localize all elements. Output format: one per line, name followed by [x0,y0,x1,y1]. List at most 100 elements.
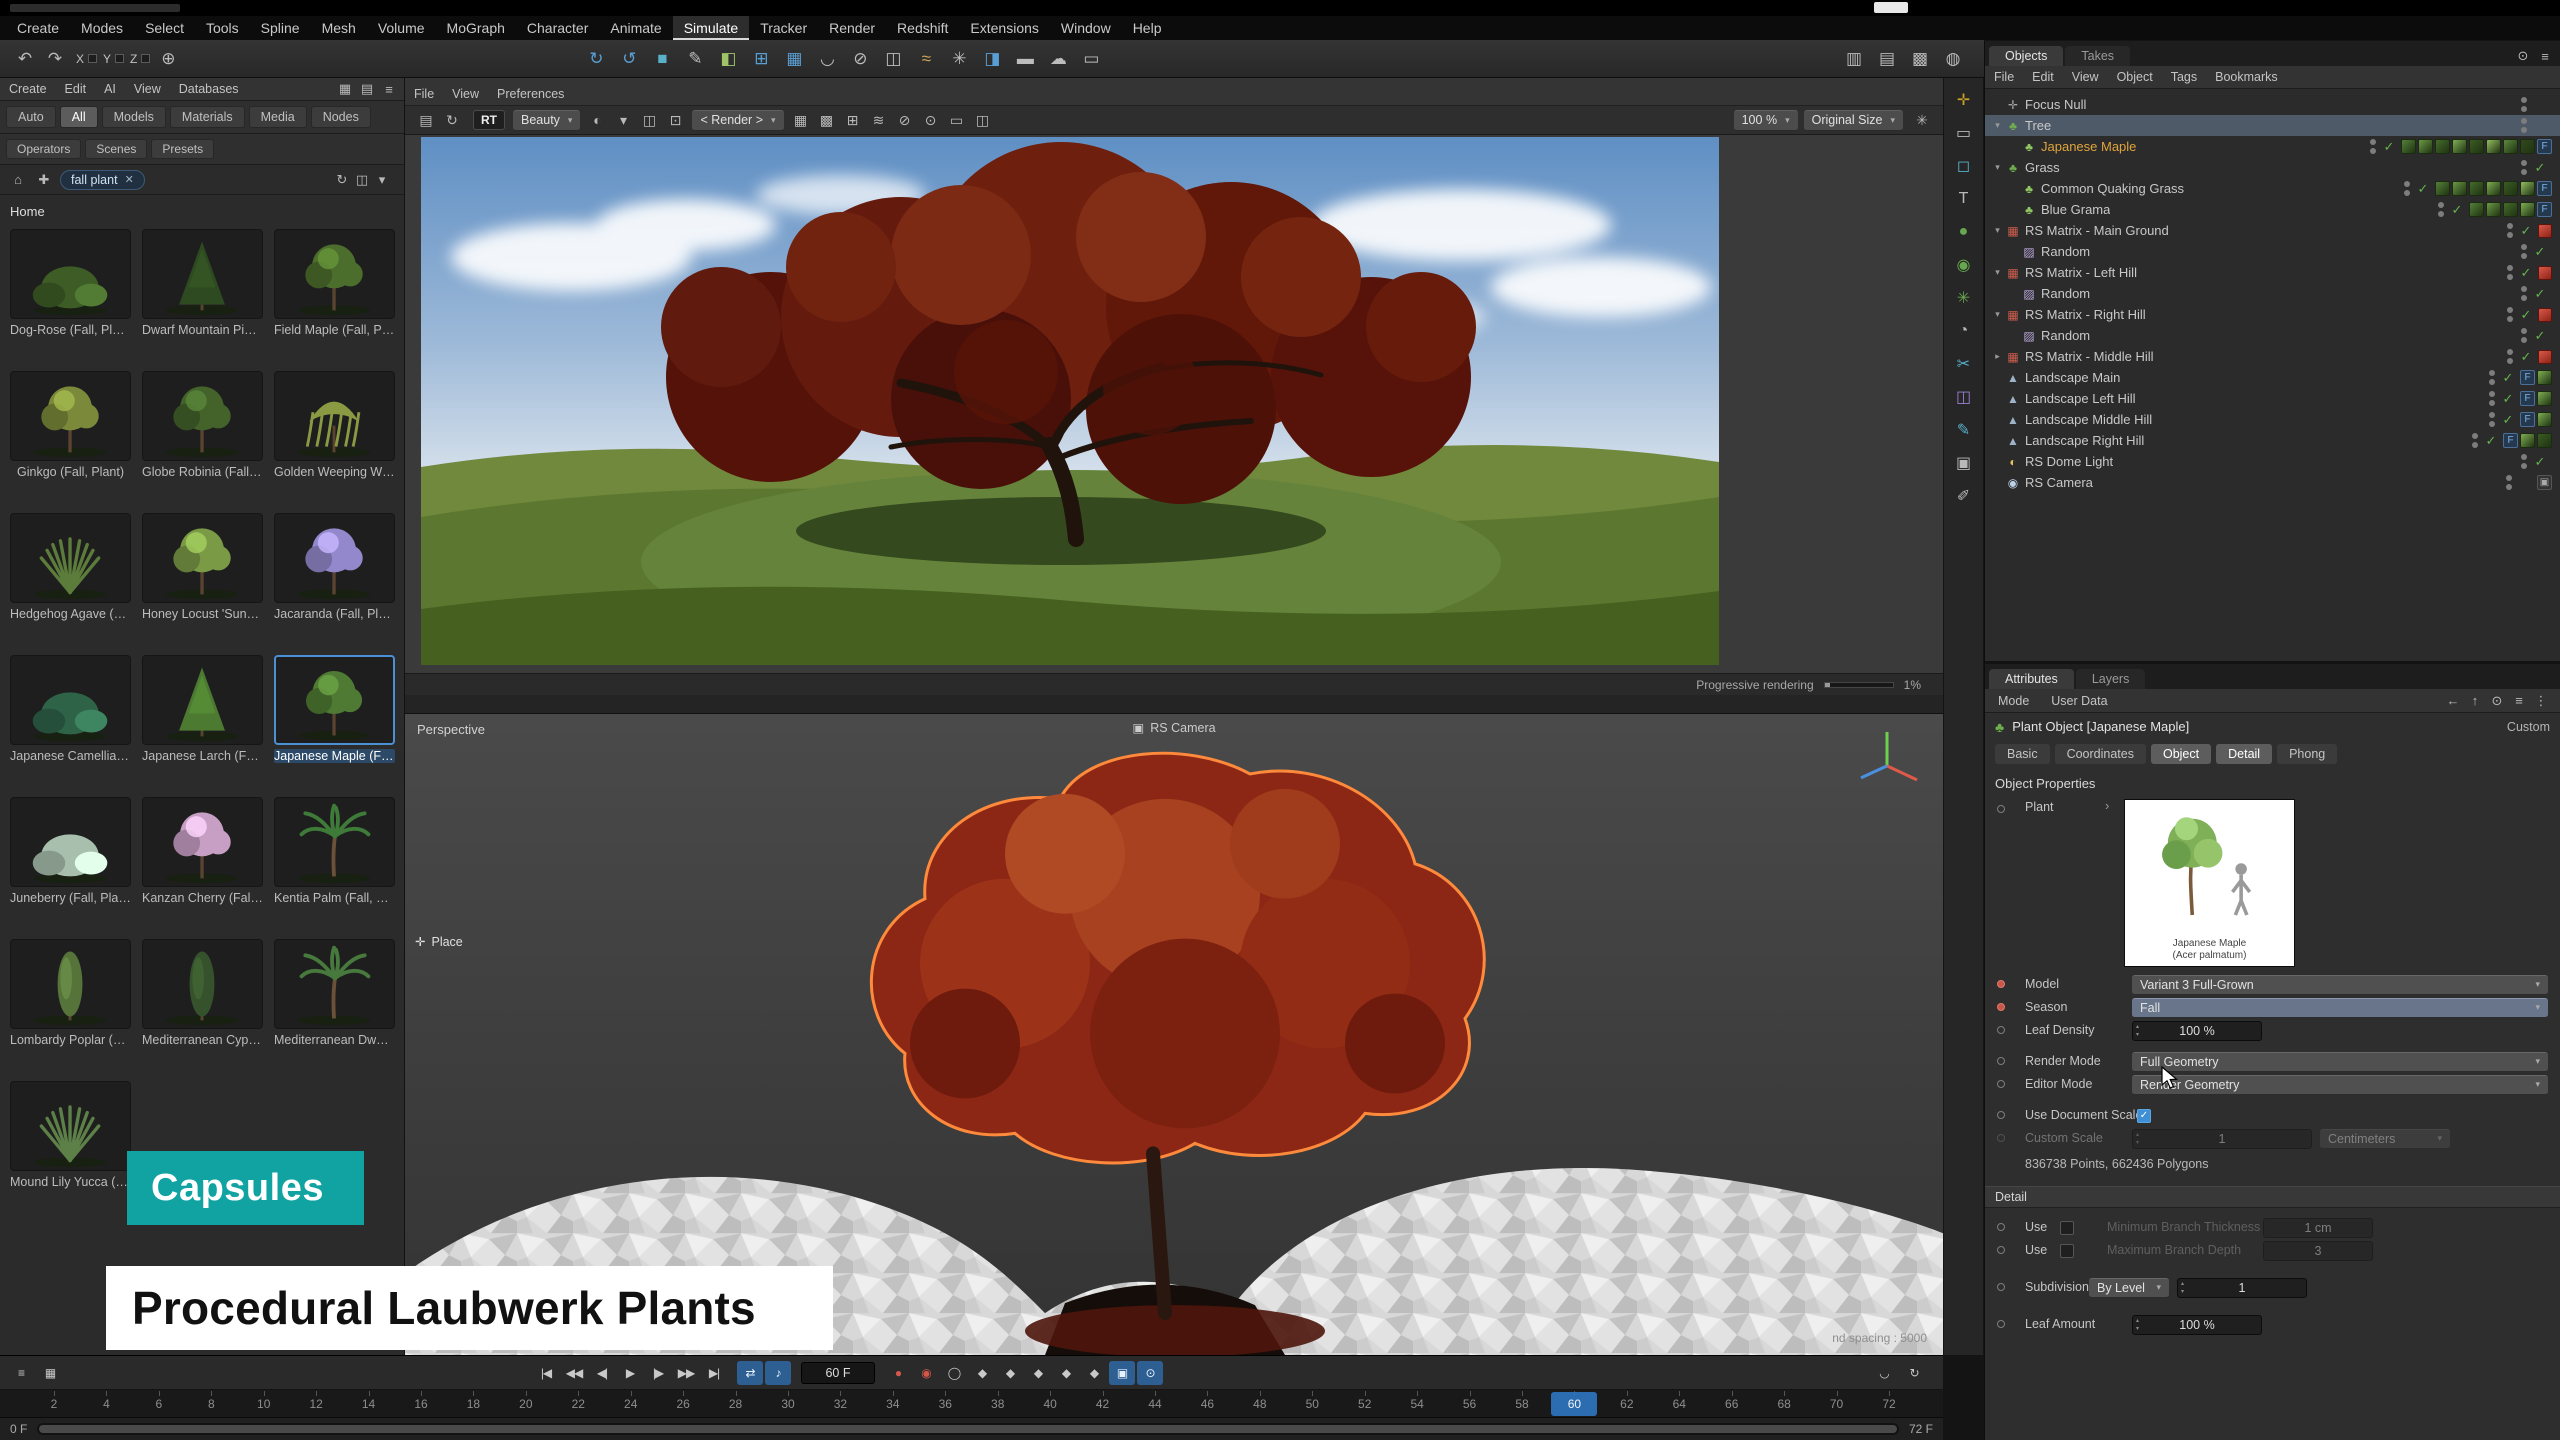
fracture-icon[interactable]: ▦ [779,44,809,74]
filter-tab-presets[interactable]: Presets [151,139,214,159]
goto-start-button[interactable]: |◀ [533,1361,559,1385]
asset-item-japanese-maple-fall[interactable]: Japanese Maple (Fall, ... [274,655,395,763]
clear-filter-icon[interactable]: ✕ [125,173,134,186]
asset-item-mediterranean-cypres[interactable]: Mediterranean Cypres... [142,939,263,1047]
asset-item-juneberry-fall-plant[interactable]: Juneberry (Fall, Plant) [10,797,131,905]
assets-menu-ai[interactable]: AI [95,78,125,100]
timeline-grid-icon[interactable]: ▦ [37,1361,63,1385]
visibility-dots[interactable] [2506,475,2512,490]
next-key-button[interactable]: ▶▶ [673,1361,699,1385]
filter-tab-materials[interactable]: Materials [170,106,245,128]
menubar-item-animate[interactable]: Animate [599,16,672,40]
refresh-render-icon[interactable]: ↻ [439,108,465,132]
coordinate-system-icon[interactable]: ⊕ [153,44,183,74]
detail-section-header[interactable]: Detail [1985,1186,2560,1208]
om-menu-tags[interactable]: Tags [2162,66,2206,88]
object-row-rs-dome-light[interactable]: ◐RS Dome Light✓ [1985,451,2560,472]
sphere-tool-icon[interactable]: ● [1949,218,1979,246]
material-swatch[interactable] [2520,433,2535,448]
object-row-landscape-right-hill[interactable]: ▲Landscape Right Hill✓F [1985,430,2560,451]
material-swatch[interactable] [2537,433,2552,448]
use-document-scale-checkbox[interactable]: ✓ [2137,1109,2151,1123]
expand-arrow-icon[interactable]: ▾ [1991,267,2004,278]
visibility-dots[interactable] [2507,349,2513,364]
subdivision-level-input[interactable]: ▴▾1 [2177,1278,2307,1298]
material-swatch[interactable] [2469,139,2484,154]
keyframe-dot[interactable] [1997,1246,2005,1254]
render-to-picture-viewer-icon[interactable]: ▤ [1872,44,1902,74]
enabled-check-icon[interactable]: ✓ [2532,160,2548,176]
object-row-landscape-middle-hill[interactable]: ▲Landscape Middle Hill✓F [1985,409,2560,430]
compare-wipe-icon[interactable]: ⊘ [892,108,918,132]
marquee-select-icon[interactable]: ▭ [1949,119,1979,147]
subdivision-surface-icon[interactable]: ◧ [713,44,743,74]
asset-item-honey-locust-sunbur[interactable]: Honey Locust 'Sunbur... [142,513,263,621]
enabled-check-icon[interactable]: ✓ [2532,454,2548,470]
assets-menu-create[interactable]: Create [0,78,56,100]
material-swatch[interactable] [2469,202,2484,217]
redo-icon[interactable]: ↷ [40,44,70,74]
measure-tool-icon[interactable]: ◔ [1949,317,1979,345]
material-swatch[interactable] [2520,181,2535,196]
magnet-icon[interactable]: ◡ [812,44,842,74]
material-swatch[interactable] [2537,412,2552,427]
enabled-check-icon[interactable]: ✓ [2500,412,2516,428]
attr-menu-mode[interactable]: Mode [1989,690,2038,712]
leaf-density-input[interactable]: ▴▾100 % [2132,1021,2262,1041]
redshift-matrix-icon[interactable] [2538,266,2552,280]
material-swatch[interactable] [2503,139,2518,154]
redshift-matrix-icon[interactable] [2538,224,2552,238]
z-axis-toggle[interactable]: Z [130,44,150,74]
material-swatch[interactable] [2418,139,2433,154]
tab-attributes[interactable]: Attributes [1989,669,2074,689]
plant-preview-thumbnail[interactable]: Japanese Maple (Acer palmatum) [2124,799,2295,967]
visibility-dots[interactable] [2438,202,2444,217]
interactive-render-region-icon[interactable]: ◍ [1938,44,1968,74]
filter-tab-operators[interactable]: Operators [6,139,81,159]
play-simulation-icon[interactable]: ↻ [581,44,611,74]
attr-tab-coordinates[interactable]: Coordinates [2055,744,2146,764]
field-tag-icon[interactable]: F [2520,391,2535,406]
menubar-item-tools[interactable]: Tools [195,16,250,40]
object-row-rs-camera[interactable]: ◉RS Camera▣ [1985,472,2560,493]
asset-item-field-maple-fall-plant[interactable]: Field Maple (Fall, Plant) [274,229,395,337]
timeline-scrollbar-thumb[interactable] [39,1425,1897,1433]
current-frame-input[interactable]: 60 F [801,1362,875,1384]
back-icon[interactable]: ← [2442,691,2464,711]
asset-item-ginkgo-fall-plant[interactable]: Ginkgo (Fall, Plant) [10,371,131,479]
custom-preset-label[interactable]: Custom [2507,720,2550,734]
render-mode-select[interactable]: Full Geometry▾ [2132,1052,2548,1072]
image-size-select[interactable]: Original Size ▾ [1804,110,1903,131]
expand-arrow-icon[interactable]: ▾ [1991,162,2004,173]
om-menu-edit[interactable]: Edit [2023,66,2063,88]
reset-simulation-icon[interactable]: ↺ [614,44,644,74]
attr-menu-user-data[interactable]: User Data [2042,690,2116,712]
visibility-dots[interactable] [2507,265,2513,280]
enabled-check-icon[interactable]: ✓ [2518,265,2534,281]
menubar-item-volume[interactable]: Volume [367,16,436,40]
asset-item-lombardy-poplar-fall[interactable]: Lombardy Poplar (Fall... [10,939,131,1047]
place-tool-label[interactable]: Place [431,935,462,949]
asset-item-japanese-larch-fall-p[interactable]: Japanese Larch (Fall, P... [142,655,263,763]
enabled-check-icon[interactable]: ✓ [2532,244,2548,260]
more-icon[interactable]: ⋮ [2530,691,2552,711]
pencil-tool-icon[interactable]: ✐ [1949,482,1979,510]
field-tag-icon[interactable]: F [2503,433,2518,448]
keyframe-dot[interactable] [1997,1111,2005,1119]
keyframe-dot[interactable] [1997,1283,2005,1291]
enabled-check-icon[interactable]: ✓ [2518,223,2534,239]
object-row-rs-matrix-left-hill[interactable]: ▾▦RS Matrix - Left Hill✓ [1985,262,2560,283]
brush-tool-icon[interactable]: ✎ [1949,416,1979,444]
asset-item-dog-rose-fall-plant[interactable]: Dog-Rose (Fall, Plant) [10,229,131,337]
material-swatch[interactable] [2486,202,2501,217]
bucket-render-icon[interactable]: ⊞ [840,108,866,132]
up-icon[interactable]: ↑ [2464,691,2486,711]
asset-item-jacaranda-fall-plant[interactable]: Jacaranda (Fall, Plant) [274,513,395,621]
redshift-matrix-icon[interactable] [2538,350,2552,364]
timeline-scrubber[interactable]: 60 [1551,1392,1597,1416]
material-swatch[interactable] [2486,181,2501,196]
visibility-dots[interactable] [2489,412,2495,427]
material-swatch[interactable] [2503,181,2518,196]
object-row-random[interactable]: ▨Random✓ [1985,283,2560,304]
keyframe-dot[interactable] [1997,1080,2005,1088]
